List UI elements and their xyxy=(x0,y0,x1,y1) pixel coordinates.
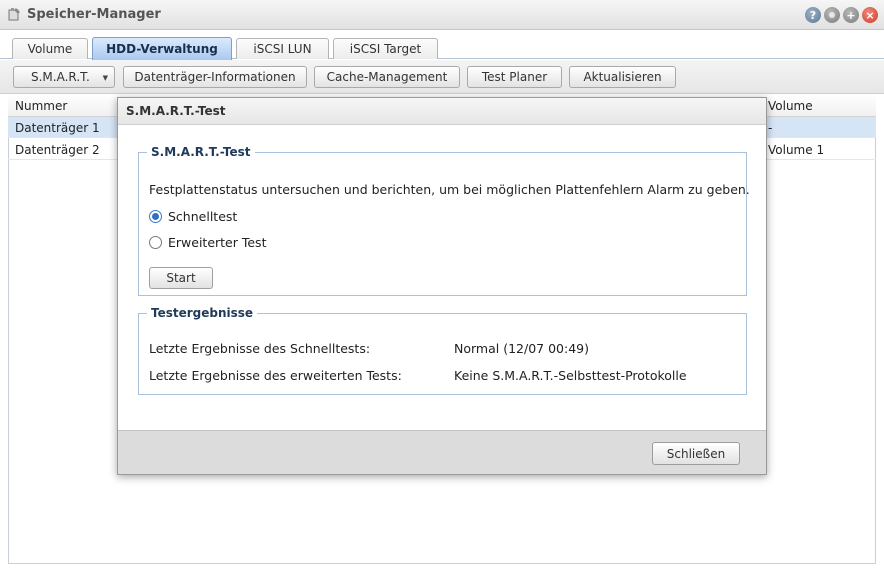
quick-result-value: Normal (12/07 00:49) xyxy=(454,341,589,356)
extended-result-label: Letzte Ergebnisse des erweiterten Tests: xyxy=(149,368,402,383)
tab-hdd-verwaltung[interactable]: HDD-Verwaltung xyxy=(92,37,232,60)
radio-unchecked-icon[interactable] xyxy=(149,236,162,249)
column-volume[interactable]: Volume xyxy=(768,99,813,113)
cache-management-button[interactable]: Cache-Management xyxy=(314,66,460,88)
cell-number: Datenträger 2 xyxy=(15,143,100,157)
smart-dropdown-button[interactable]: S.M.A.R.T. ▼ xyxy=(13,66,115,88)
dialog-title-bar: S.M.A.R.T.-Test xyxy=(118,98,766,125)
test-results-legend: Testergebnisse xyxy=(151,306,254,320)
minimize-icon[interactable] xyxy=(824,7,840,23)
test-results-fieldset: Testergebnisse Letzte Ergebnisse des Sch… xyxy=(138,306,747,395)
cell-volume: - xyxy=(768,121,773,135)
tab-iscsi-lun[interactable]: iSCSI LUN xyxy=(236,38,329,59)
cell-volume: Volume 1 xyxy=(768,143,825,157)
smart-test-fieldset: S.M.A.R.T.-Test Festplattenstatus unters… xyxy=(138,145,750,296)
smart-test-legend: S.M.A.R.T.-Test xyxy=(151,145,251,159)
smart-button-label: S.M.A.R.T. xyxy=(31,70,90,84)
smart-test-dialog: S.M.A.R.T.-Test S.M.A.R.T.-Test Festplat… xyxy=(117,97,767,475)
test-planner-button[interactable]: Test Planer xyxy=(467,66,562,88)
title-bar: Speicher-Manager ? + × xyxy=(0,0,884,30)
maximize-icon[interactable]: + xyxy=(843,7,859,23)
dialog-title: S.M.A.R.T.-Test xyxy=(126,104,226,118)
disk-info-button[interactable]: Datenträger-Informationen xyxy=(123,66,307,88)
dialog-footer: Schließen xyxy=(118,430,766,474)
toolbar: S.M.A.R.T. ▼ Datenträger-Informationen C… xyxy=(0,60,884,94)
app-icon xyxy=(6,6,22,22)
test-description: Festplattenstatus untersuchen und berich… xyxy=(149,182,750,197)
radio-extended-test[interactable]: Erweiterter Test xyxy=(149,235,266,250)
radio-quick-test[interactable]: Schnelltest xyxy=(149,209,237,224)
help-icon[interactable]: ? xyxy=(805,7,821,23)
extended-result-value: Keine S.M.A.R.T.-Selbsttest-Protokolle xyxy=(454,368,687,383)
start-button[interactable]: Start xyxy=(149,267,213,289)
window-title: Speicher-Manager xyxy=(27,7,161,22)
close-button[interactable]: Schließen xyxy=(652,442,740,465)
cell-number: Datenträger 1 xyxy=(15,121,100,135)
radio-extended-label: Erweiterter Test xyxy=(168,235,267,250)
close-icon[interactable]: × xyxy=(862,7,878,23)
tab-iscsi-target[interactable]: iSCSI Target xyxy=(333,38,438,59)
quick-result-label: Letzte Ergebnisse des Schnelltests: xyxy=(149,341,371,356)
tab-volume[interactable]: Volume xyxy=(12,38,88,59)
dropdown-arrow-icon: ▼ xyxy=(102,74,108,82)
radio-checked-icon[interactable] xyxy=(149,210,162,223)
column-number[interactable]: Nummer xyxy=(15,99,67,113)
radio-quick-label: Schnelltest xyxy=(168,209,238,224)
tab-bar: Volume HDD-Verwaltung iSCSI LUN iSCSI Ta… xyxy=(0,30,884,60)
refresh-button[interactable]: Aktualisieren xyxy=(569,66,676,88)
